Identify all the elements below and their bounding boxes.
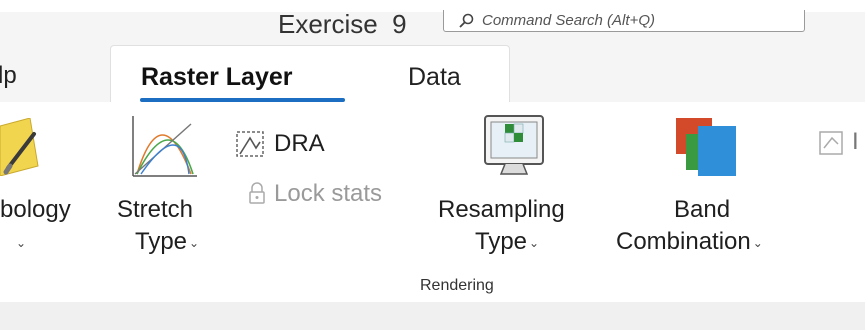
tab-help[interactable]: lp: [0, 62, 17, 90]
symbology-brush-icon: [0, 118, 39, 176]
lock-stats-label: Lock stats: [274, 180, 383, 207]
tab-data[interactable]: Data: [408, 63, 461, 92]
stretch-label-line2: Type: [135, 228, 188, 255]
command-search-box[interactable]: [443, 10, 805, 32]
resampling-label-line2: Type: [475, 228, 528, 255]
search-icon: [459, 13, 474, 28]
dra-label: DRA: [274, 130, 325, 157]
rendering-group-label: Rendering: [420, 277, 494, 294]
partial-right-button[interactable]: I: [818, 128, 865, 158]
band-combination-icon: [676, 118, 736, 176]
document-title: Exercise_9: [278, 12, 407, 36]
band-label-line1: Band: [674, 196, 731, 223]
chevron-down-icon: ⌄: [752, 235, 763, 250]
dra-button[interactable]: DRA: [234, 128, 354, 160]
band-combination-button[interactable]: Band Combination ⌄: [612, 110, 812, 270]
chevron-down-icon: ⌄: [529, 235, 540, 250]
lock-stats-button[interactable]: Lock stats: [234, 178, 414, 210]
partial-right-label: I: [852, 128, 859, 155]
symbology-button[interactable]: bology ⌄: [0, 110, 105, 270]
resampling-label-line1: Resampling: [438, 196, 565, 223]
resampling-type-button[interactable]: Resampling Type ⌄: [430, 110, 605, 270]
ribbon-footer: [0, 302, 865, 330]
stretch-label-line1: Stretch: [117, 196, 194, 223]
symbology-label: bology: [0, 196, 71, 223]
stretch-curve-icon: [132, 116, 197, 177]
lock-icon: [249, 182, 265, 204]
chevron-down-icon: ⌄: [16, 235, 27, 250]
tab-raster-layer[interactable]: Raster Layer: [141, 63, 292, 92]
partial-icon: [819, 131, 843, 155]
stretch-type-button[interactable]: Stretch Type ⌄: [113, 110, 218, 270]
band-label-line2: Combination: [616, 228, 751, 255]
resampling-monitor-icon: [484, 115, 544, 175]
command-search-input[interactable]: [482, 12, 804, 29]
dra-icon: [236, 131, 264, 157]
chevron-down-icon: ⌄: [189, 235, 200, 250]
